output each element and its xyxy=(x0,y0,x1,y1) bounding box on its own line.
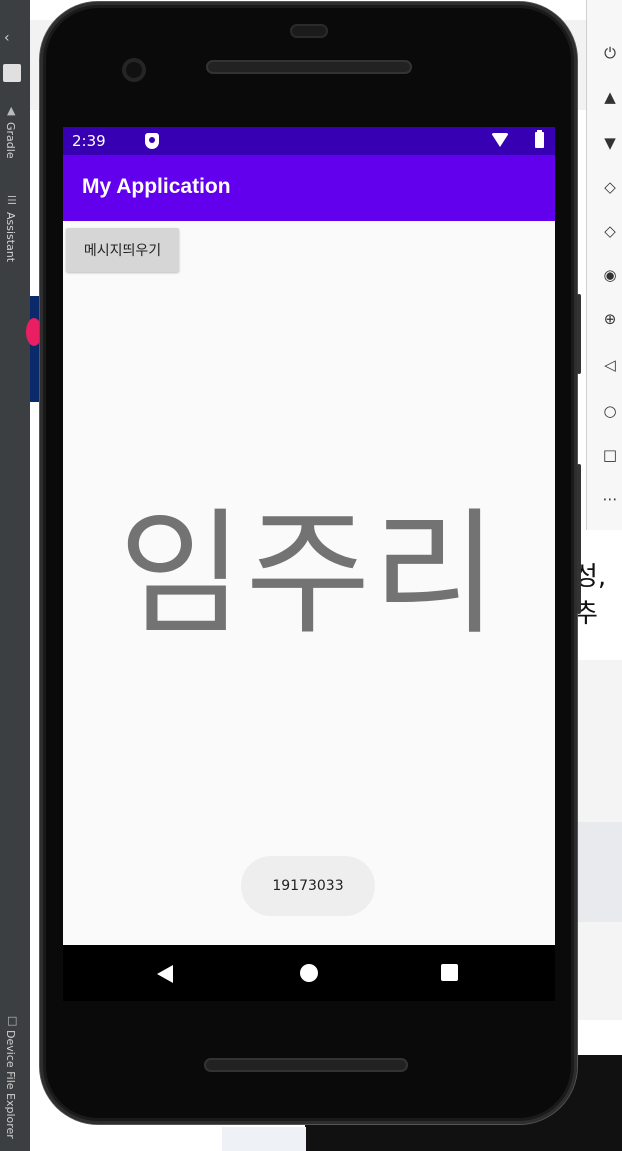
overview-control-icon[interactable]: □ xyxy=(599,446,621,464)
navigation-bar xyxy=(63,945,555,1001)
more-icon[interactable]: ⋯ xyxy=(599,490,621,508)
camera-icon[interactable]: ◉ xyxy=(599,266,621,284)
show-message-button[interactable]: 메시지띄우기 xyxy=(66,228,179,272)
app-bar: My Application xyxy=(63,155,555,221)
rotate-right-icon[interactable]: ◇ xyxy=(599,222,621,240)
ide-bottom-light xyxy=(222,1127,306,1151)
wifi-icon xyxy=(491,133,509,147)
zoom-icon[interactable]: ⊕ xyxy=(599,310,621,328)
ide-tab-device-file-explorer[interactable]: Device File Explorer xyxy=(4,1030,17,1139)
status-bar: 2:39 xyxy=(63,127,555,155)
app-title: My Application xyxy=(82,175,231,198)
list-icon: ☰ xyxy=(7,194,17,207)
volume-button xyxy=(577,464,581,614)
home-icon[interactable] xyxy=(300,964,318,982)
home-control-icon[interactable]: ○ xyxy=(599,402,621,420)
battery-icon xyxy=(535,130,544,148)
bottom-speaker xyxy=(204,1058,408,1072)
rotate-left-icon[interactable]: ◇ xyxy=(599,178,621,196)
back-control-icon[interactable]: ◁ xyxy=(599,356,621,374)
ide-tab-gradle[interactable]: Gradle xyxy=(4,122,17,159)
avatar-icon xyxy=(3,64,21,82)
volume-down-icon[interactable]: ▼ xyxy=(599,134,621,152)
recents-icon[interactable] xyxy=(441,964,458,981)
device-icon: □ xyxy=(7,1014,18,1027)
ide-left-toolbar: ‹ ▲ Gradle ☰ Assistant □ Device File Exp… xyxy=(0,0,30,1151)
emulator-controls: ⏻ ▲ ▼ ◇ ◇ ◉ ⊕ ◁ ○ □ ⋯ xyxy=(586,0,622,530)
status-time: 2:39 xyxy=(72,132,106,150)
power-icon[interactable]: ⏻ xyxy=(599,44,621,62)
front-camera-icon xyxy=(122,58,146,82)
earpiece xyxy=(290,24,328,38)
phone-screen: 2:39 My Application 메시지띄우기 임주리 19173033 xyxy=(63,127,555,945)
top-speaker xyxy=(206,60,412,74)
back-icon[interactable] xyxy=(157,965,173,983)
gradle-icon: ▲ xyxy=(7,104,16,117)
name-text: 임주리 xyxy=(118,496,500,654)
volume-up-icon[interactable]: ▲ xyxy=(599,88,621,106)
shield-icon xyxy=(145,133,159,149)
ide-panel-right-lower xyxy=(578,822,622,922)
toast-message: 19173033 xyxy=(241,856,375,916)
ide-tab-assistant[interactable]: Assistant xyxy=(4,212,17,262)
side-button xyxy=(577,294,581,374)
ide-partial-text: 성,추 xyxy=(574,562,607,629)
chevron-left-icon[interactable]: ‹ xyxy=(4,30,10,46)
